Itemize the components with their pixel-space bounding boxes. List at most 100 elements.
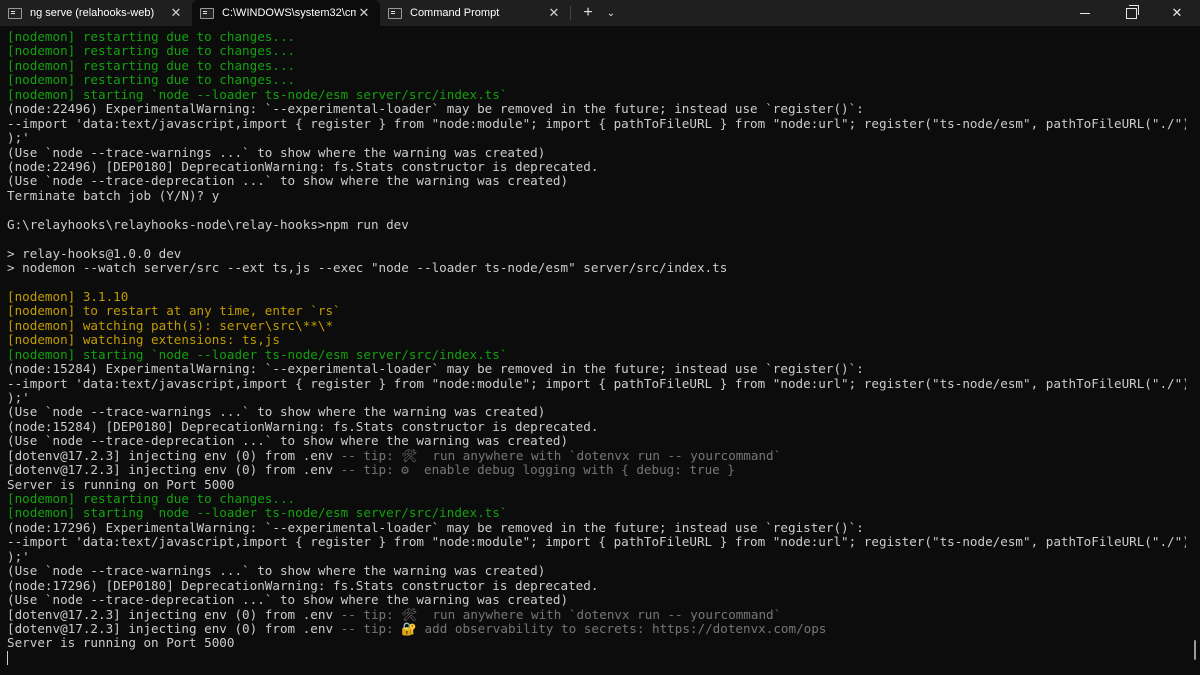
terminal-line: > nodemon --watch server/src --ext ts,js… — [7, 261, 1186, 275]
terminal-text: -- tip: ⚙ enable debug logging with { de… — [340, 463, 735, 478]
terminal-text: (Use `node --trace-warnings ...` to show… — [7, 405, 546, 420]
terminal-icon — [388, 7, 402, 19]
terminal-output[interactable]: [nodemon] restarting due to changes... [n… — [7, 30, 1186, 666]
terminal-line: (node:22496) ExperimentalWarning: `--exp… — [7, 102, 1186, 116]
terminal-line: (node:17296) [DEP0180] DeprecationWarnin… — [7, 579, 1186, 593]
terminal-text: [nodemon] restarting due to changes... — [7, 492, 296, 506]
terminal-line: --import 'data:text/javascript,import { … — [7, 117, 1186, 131]
terminal-line: );' — [7, 131, 1186, 145]
terminal-line: [nodemon] starting `node --loader ts-nod… — [7, 88, 1186, 102]
terminal-text: [nodemon] restarting due to changes... — [7, 58, 296, 73]
terminal-line: (node:17296) ExperimentalWarning: `--exp… — [7, 521, 1186, 535]
terminal-text: [nodemon] restarting due to changes... — [7, 73, 296, 88]
terminal-text: );' — [7, 390, 30, 405]
text-cursor — [7, 651, 8, 666]
close-icon[interactable]: ✕ — [168, 5, 184, 21]
terminal-line: [nodemon] restarting due to changes... — [7, 492, 1186, 506]
terminal-line: [nodemon] restarting due to changes... — [7, 59, 1186, 73]
terminal-text: --import 'data:text/javascript,import { … — [7, 535, 1186, 550]
terminal-line: (Use `node --trace-deprecation ...` to s… — [7, 434, 1186, 448]
close-icon[interactable]: ✕ — [356, 5, 372, 21]
terminal-line: [nodemon] watching path(s): server\src\*… — [7, 319, 1186, 333]
tab-ng-serve[interactable]: ng serve (relahooks-web) ✕ — [0, 0, 192, 26]
terminal-line: Server is running on Port 5000 — [7, 636, 1186, 650]
terminal-line: [dotenv@17.2.3] injecting env (0) from .… — [7, 608, 1186, 622]
terminal-text: (node:22496) [DEP0180] DeprecationWarnin… — [7, 159, 599, 174]
terminal-text: > relay-hooks@1.0.0 dev — [7, 246, 182, 261]
terminal-text: [dotenv@17.2.3] injecting env (0) from .… — [7, 621, 341, 636]
terminal-text: -- tip: 🔐 add observability to secrets: … — [340, 621, 827, 636]
terminal-text: [nodemon] watching extensions: ts,js — [7, 333, 280, 348]
terminal-icon — [200, 7, 214, 19]
terminal-line: > relay-hooks@1.0.0 dev — [7, 247, 1186, 261]
terminal-line: (Use `node --trace-deprecation ...` to s… — [7, 174, 1186, 188]
terminal-icon — [8, 7, 22, 19]
terminal-line: [nodemon] starting `node --loader ts-nod… — [7, 506, 1186, 520]
minimize-icon — [1080, 12, 1090, 14]
minimize-button[interactable] — [1062, 0, 1108, 26]
terminal-text: );' — [7, 131, 30, 146]
close-icon[interactable]: ✕ — [546, 5, 562, 21]
terminal-text: (Use `node --trace-deprecation ...` to s… — [7, 593, 569, 608]
tab-cmd-active[interactable]: C:\WINDOWS\system32\cmd. ✕ — [192, 0, 380, 26]
terminal-text: (Use `node --trace-warnings ...` to show… — [7, 564, 546, 579]
close-window-button[interactable]: ✕ — [1154, 0, 1200, 26]
terminal-text: (node:15284) ExperimentalWarning: `--exp… — [7, 362, 864, 377]
terminal-line: (Use `node --trace-deprecation ...` to s… — [7, 593, 1186, 607]
terminal-text: (node:17296) [DEP0180] DeprecationWarnin… — [7, 578, 599, 593]
terminal-text: > nodemon --watch server/src --ext ts,js… — [7, 261, 728, 275]
new-tab-button[interactable]: + — [575, 0, 601, 26]
tab-title: C:\WINDOWS\system32\cmd. — [222, 7, 356, 19]
terminal-line: );' — [7, 391, 1186, 405]
scrollbar[interactable] — [1194, 640, 1196, 660]
terminal-line: [nodemon] restarting due to changes... — [7, 30, 1186, 44]
terminal-text: (node:15284) [DEP0180] DeprecationWarnin… — [7, 419, 599, 434]
terminal-text: Terminate batch job (Y/N)? y — [7, 188, 220, 203]
terminal-line: [nodemon] to restart at any time, enter … — [7, 304, 1186, 318]
title-bar: ng serve (relahooks-web) ✕ C:\WINDOWS\sy… — [0, 0, 1200, 26]
terminal-line: --import 'data:text/javascript,import { … — [7, 535, 1186, 549]
terminal-line: (node:22496) [DEP0180] DeprecationWarnin… — [7, 160, 1186, 174]
terminal-text: [nodemon] restarting due to changes... — [7, 30, 296, 44]
terminal-text: (node:17296) ExperimentalWarning: `--exp… — [7, 520, 864, 535]
terminal-text: --import 'data:text/javascript,import { … — [7, 116, 1186, 131]
tab-dropdown-button[interactable]: ⌄ — [601, 0, 621, 26]
tab-separator — [570, 6, 571, 20]
terminal-line: [dotenv@17.2.3] injecting env (0) from .… — [7, 463, 1186, 477]
restore-icon — [1125, 4, 1139, 19]
terminal-line: [nodemon] restarting due to changes... — [7, 44, 1186, 58]
terminal-text: [nodemon] starting `node --loader ts-nod… — [7, 87, 508, 102]
terminal-text: [nodemon] restarting due to changes... — [7, 44, 296, 59]
terminal-text: [nodemon] 3.1.10 — [7, 289, 129, 304]
terminal-text: [nodemon] starting `node --loader ts-nod… — [7, 347, 508, 362]
terminal-text: [nodemon] watching path(s): server\src\*… — [7, 318, 334, 333]
terminal-line: [nodemon] watching extensions: ts,js — [7, 333, 1186, 347]
terminal-line: --import 'data:text/javascript,import { … — [7, 377, 1186, 391]
prompt-line[interactable] — [7, 651, 1186, 666]
tab-title: Command Prompt — [410, 7, 500, 19]
terminal-text: (Use `node --trace-warnings ...` to show… — [7, 145, 546, 160]
terminal-line: [nodemon] 3.1.10 — [7, 290, 1186, 304]
terminal-line: (node:15284) [DEP0180] DeprecationWarnin… — [7, 420, 1186, 434]
terminal-text: Server is running on Port 5000 — [7, 636, 235, 651]
terminal-text: );' — [7, 549, 30, 564]
tab-command-prompt[interactable]: Command Prompt ✕ — [380, 0, 570, 26]
terminal-text: Server is running on Port 5000 — [7, 477, 235, 492]
terminal-line: (node:15284) ExperimentalWarning: `--exp… — [7, 362, 1186, 376]
terminal-line: Terminate batch job (Y/N)? y — [7, 189, 1186, 203]
window-controls: ✕ — [1062, 0, 1200, 26]
terminal-line: Server is running on Port 5000 — [7, 478, 1186, 492]
maximize-button[interactable] — [1108, 0, 1154, 26]
terminal-line: );' — [7, 550, 1186, 564]
terminal-text: -- tip: 🛠 run anywhere with `dotenvx run… — [340, 448, 782, 463]
terminal-text: (Use `node --trace-deprecation ...` to s… — [7, 434, 569, 449]
terminal-line: (Use `node --trace-warnings ...` to show… — [7, 405, 1186, 419]
terminal-text: (Use `node --trace-deprecation ...` to s… — [7, 174, 569, 189]
terminal-text: -- tip: 🛠 run anywhere with `dotenvx run… — [340, 607, 782, 622]
terminal-line: [nodemon] starting `node --loader ts-nod… — [7, 348, 1186, 362]
tab-title: ng serve (relahooks-web) — [30, 7, 155, 19]
terminal-text: [dotenv@17.2.3] injecting env (0) from .… — [7, 448, 341, 463]
